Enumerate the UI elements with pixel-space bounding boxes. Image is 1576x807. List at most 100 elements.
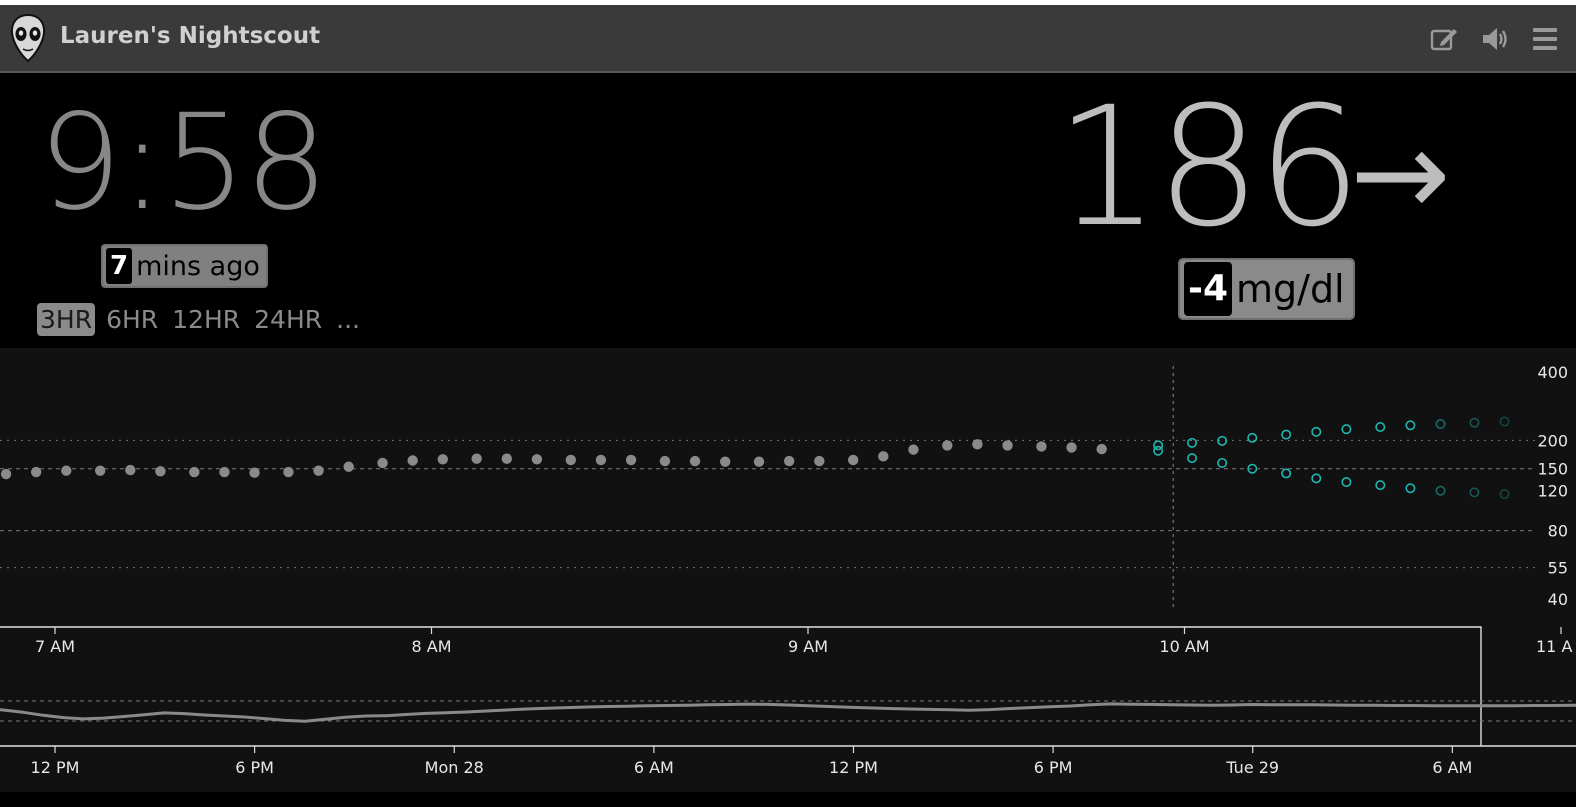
bg-units: mg/dl bbox=[1236, 267, 1345, 311]
context-x-tick-label: 12 PM bbox=[31, 758, 80, 777]
forecast-lower-dot bbox=[1499, 489, 1510, 500]
forecast-upper-dot bbox=[1341, 424, 1352, 435]
glucose-chart[interactable]: 400 200 150 120 80 55 40 7 AM 8 AM 9 AM 10 AM 11 A 1… bbox=[0, 348, 1576, 792]
minutes-ago-label: mins ago bbox=[136, 250, 260, 282]
reading-dot bbox=[595, 454, 607, 466]
reading-dot bbox=[942, 440, 953, 451]
current-time: 9:58 bbox=[38, 86, 328, 240]
reading-dot bbox=[1096, 443, 1107, 455]
reading-dot bbox=[219, 466, 230, 478]
range-3hr-button[interactable]: 3HR bbox=[37, 303, 96, 336]
reading-dot bbox=[531, 454, 543, 465]
x-tick-label: 8 AM bbox=[411, 637, 451, 656]
edit-icon[interactable] bbox=[1429, 24, 1459, 54]
brush-frame bbox=[0, 626, 1482, 746]
reading-dot bbox=[283, 466, 294, 478]
reading-dot bbox=[1002, 440, 1013, 451]
reading-dot bbox=[1036, 441, 1047, 452]
glucose-chart-svg[interactable]: 400 200 150 120 80 55 40 7 AM 8 AM 9 AM 10 AM 11 A 1… bbox=[0, 348, 1576, 792]
reading-dot bbox=[407, 455, 418, 466]
reading-dot bbox=[847, 454, 859, 466]
last-reading-badge: 7 mins ago bbox=[101, 244, 268, 288]
reading-dot bbox=[30, 466, 42, 478]
context-x-tick-label: 6 AM bbox=[1432, 758, 1472, 777]
forecast-lower-dot bbox=[1311, 473, 1322, 484]
range-more-button[interactable]: ... bbox=[333, 303, 363, 336]
context-line bbox=[0, 702, 1576, 723]
range-24hr-button[interactable]: 24HR bbox=[251, 303, 325, 336]
context-x-tick-label: 12 PM bbox=[829, 758, 878, 777]
context-x-tick-label: Mon 28 bbox=[425, 758, 484, 777]
reading-dot bbox=[719, 456, 731, 467]
context-x-tick-label: Tue 29 bbox=[1225, 758, 1279, 777]
range-12hr-button[interactable]: 12HR bbox=[169, 303, 243, 336]
reading-dot bbox=[61, 465, 72, 476]
reading-dot bbox=[313, 465, 324, 476]
nightscout-app: Lauren's Nightscout 9:58 7 mins ago 3HR … bbox=[0, 0, 1576, 807]
reading-dot bbox=[437, 454, 448, 465]
forecast-upper-dot bbox=[1405, 420, 1416, 431]
forecast-upper-dot bbox=[1375, 421, 1386, 432]
range-6hr-button[interactable]: 6HR bbox=[103, 303, 161, 336]
reading-dot bbox=[878, 451, 889, 462]
forecast-upper-dot bbox=[1187, 437, 1198, 448]
forecast-upper-dot bbox=[1499, 416, 1510, 427]
forecast-upper-dot bbox=[1281, 429, 1292, 440]
speaker-icon[interactable] bbox=[1480, 24, 1510, 54]
reading-dot bbox=[1066, 442, 1077, 453]
x-tick-label: 7 AM bbox=[35, 637, 75, 656]
forecast-lower-dot bbox=[1435, 485, 1446, 496]
bg-delta-value: -4 bbox=[1184, 262, 1232, 316]
reading-dot bbox=[125, 464, 136, 476]
reading-dot bbox=[377, 457, 388, 469]
bg-value: 186 bbox=[1055, 71, 1362, 263]
forecast-lower-dot bbox=[1375, 480, 1386, 491]
context-x-tick-label: 6 PM bbox=[1034, 758, 1073, 777]
forecast-lower-dot bbox=[1281, 468, 1292, 479]
y-tick-label: 40 bbox=[1548, 590, 1568, 609]
menu-icon[interactable] bbox=[1530, 24, 1560, 54]
bottom-edge bbox=[0, 792, 1576, 807]
y-tick-label: 80 bbox=[1548, 522, 1568, 541]
forecast-upper-dot bbox=[1435, 419, 1446, 430]
forecast-upper-dot bbox=[1247, 432, 1258, 443]
site-title: Lauren's Nightscout bbox=[60, 23, 321, 49]
reading-dot bbox=[0, 468, 12, 480]
context-x-tick-label: 6 AM bbox=[634, 758, 674, 777]
forecast-lower-dot bbox=[1405, 483, 1416, 494]
reading-dot bbox=[94, 465, 106, 476]
reading-dot bbox=[972, 439, 983, 450]
reading-dot bbox=[189, 466, 200, 478]
trend-arrow-icon: → bbox=[1350, 105, 1451, 244]
reading-dot bbox=[689, 455, 701, 467]
x-tick-label: 11 A bbox=[1536, 637, 1572, 656]
header-bar: Lauren's Nightscout bbox=[0, 5, 1576, 73]
minutes-ago-value: 7 bbox=[106, 248, 133, 284]
reading-dot bbox=[249, 467, 260, 478]
y-tick-label: 120 bbox=[1537, 482, 1568, 501]
x-tick-label: 10 AM bbox=[1159, 637, 1209, 656]
reading-dot bbox=[565, 454, 577, 466]
alien-logo-icon[interactable] bbox=[9, 13, 47, 63]
reading-dot bbox=[343, 461, 354, 472]
reading-dot bbox=[753, 456, 765, 467]
reading-dot bbox=[659, 455, 671, 467]
bg-delta-badge: -4 mg/dl bbox=[1178, 258, 1355, 320]
y-tick-label: 200 bbox=[1537, 431, 1568, 450]
y-tick-label: 150 bbox=[1537, 460, 1568, 479]
y-tick-label: 400 bbox=[1537, 363, 1568, 382]
x-tick-label: 9 AM bbox=[788, 637, 828, 656]
forecast-upper-dot bbox=[1469, 417, 1480, 428]
forecast-lower-dot bbox=[1153, 445, 1164, 456]
reading-dot bbox=[783, 455, 795, 467]
reading-dot bbox=[471, 453, 482, 464]
reading-dot bbox=[501, 453, 512, 464]
reading-dot bbox=[908, 444, 919, 455]
y-tick-label: 55 bbox=[1548, 559, 1568, 578]
forecast-lower-dot bbox=[1469, 487, 1480, 498]
reading-dot bbox=[814, 455, 825, 467]
forecast-upper-dot bbox=[1311, 426, 1322, 437]
forecast-lower-dot bbox=[1341, 477, 1352, 488]
time-range-selector: 3HR 6HR 12HR 24HR ... bbox=[37, 301, 371, 338]
forecast-lower-dot bbox=[1187, 453, 1198, 464]
